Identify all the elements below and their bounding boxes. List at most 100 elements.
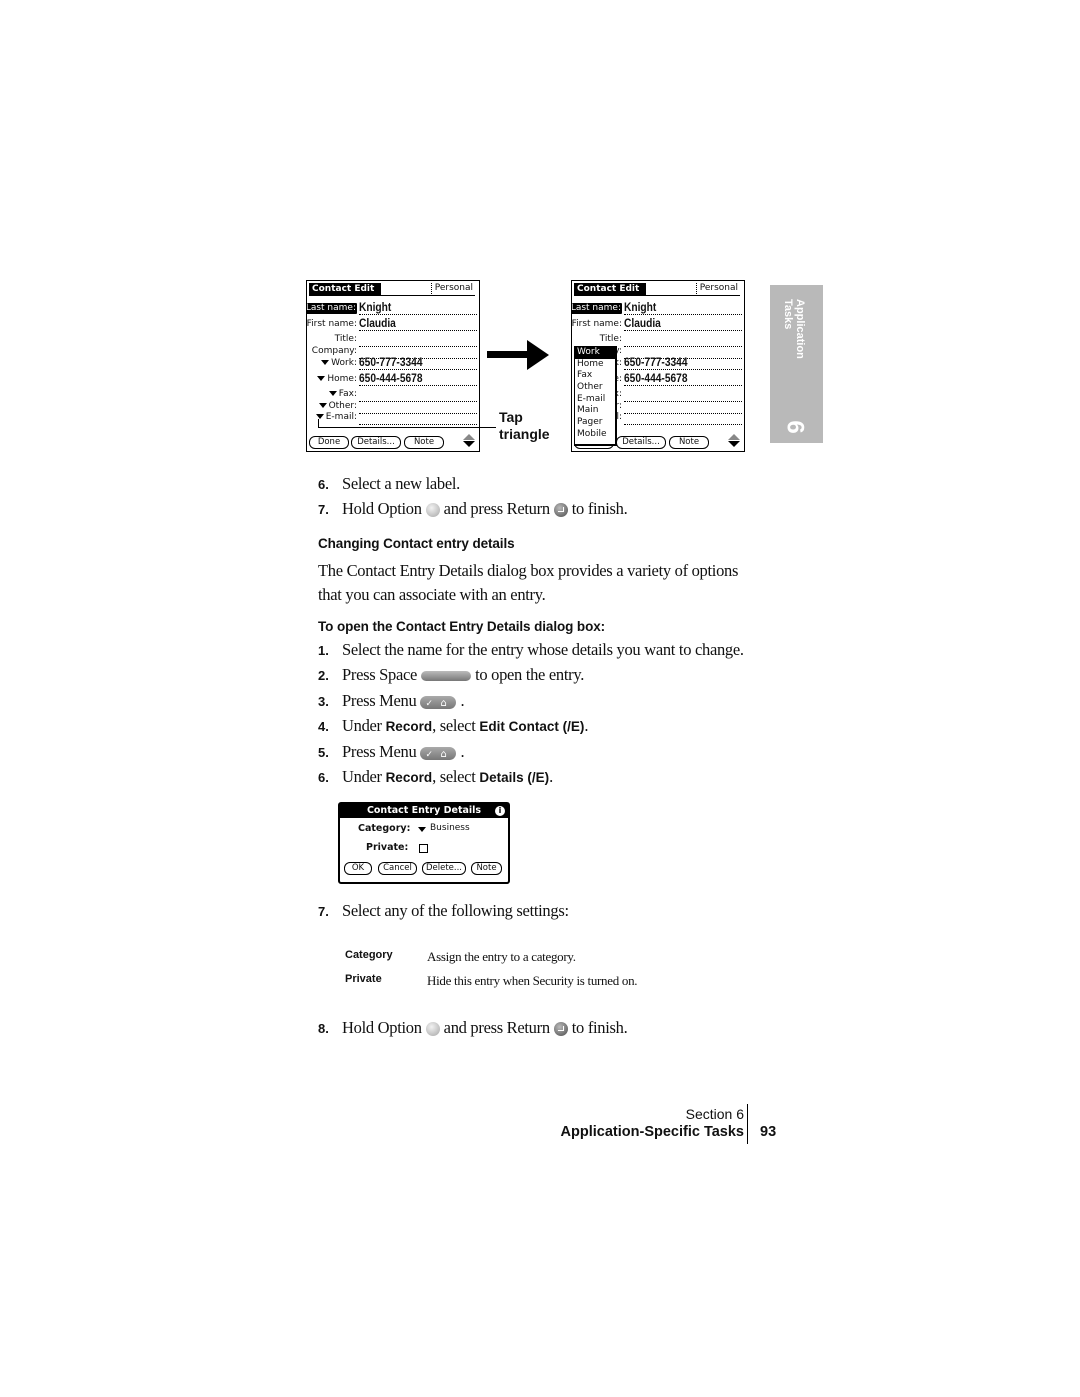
category-selector[interactable]: Personal bbox=[695, 283, 740, 294]
field-label: Last name: bbox=[572, 303, 622, 314]
menu-key-icon bbox=[420, 745, 457, 765]
chevron-down-icon[interactable] bbox=[318, 403, 327, 408]
field-label-text: First name: bbox=[306, 319, 357, 329]
field-value[interactable]: 650-777-3344 bbox=[624, 356, 742, 370]
menu-command: Details (/E) bbox=[479, 770, 550, 785]
field-label[interactable]: E-mail: bbox=[315, 412, 357, 423]
step-text-mid: , select bbox=[432, 767, 480, 786]
scroll-down-icon[interactable] bbox=[463, 441, 475, 447]
details-button[interactable]: Details... bbox=[616, 436, 666, 449]
field-label: First name: bbox=[307, 319, 357, 330]
option-key-icon bbox=[425, 503, 440, 518]
step-number: 3. bbox=[318, 694, 329, 709]
delete-button[interactable]: Delete... bbox=[422, 862, 466, 875]
category-value: Business bbox=[430, 823, 470, 833]
field-row: First name: Claudia bbox=[307, 317, 479, 332]
setting-desc: Hide this entry when Security is turned … bbox=[427, 973, 638, 988]
setting-desc: Assign the entry to a category. bbox=[427, 949, 576, 964]
scroll-arrows[interactable] bbox=[728, 434, 740, 448]
field-value[interactable] bbox=[624, 411, 742, 425]
field-value[interactable]: 650-444-5678 bbox=[624, 372, 742, 386]
note-button[interactable]: Note bbox=[471, 862, 502, 875]
note-button[interactable]: Note bbox=[404, 436, 444, 449]
chevron-down-icon[interactable] bbox=[328, 391, 337, 396]
field-row: Last name: Knight bbox=[572, 301, 744, 316]
field-label-text: First name: bbox=[571, 319, 622, 329]
popup-item-home[interactable]: Home bbox=[575, 359, 615, 371]
scroll-arrows[interactable] bbox=[463, 434, 475, 448]
callout-line-2: triangle bbox=[499, 426, 550, 442]
scroll-up-icon[interactable] bbox=[728, 434, 740, 440]
note-button[interactable]: Note bbox=[669, 436, 709, 449]
step-number: 5. bbox=[318, 745, 329, 760]
step-text-pre: Under bbox=[342, 716, 386, 735]
screen-title: Contact Edit bbox=[574, 283, 646, 295]
side-tab-number: 6 bbox=[781, 420, 809, 434]
chapter-side-tab: Application Tasks 6 bbox=[770, 285, 823, 443]
field-label[interactable]: Fax: bbox=[328, 389, 357, 400]
step-text: Select any of the following settings: bbox=[342, 901, 569, 920]
label-popup-list[interactable]: Work Home Fax Other E-mail Main Pager Mobile bbox=[574, 346, 617, 446]
scroll-down-icon[interactable] bbox=[728, 441, 740, 447]
chevron-down-icon bbox=[418, 827, 426, 832]
category-dropdown[interactable]: Business bbox=[418, 823, 470, 833]
field-row: Home:650-444-5678 bbox=[307, 372, 479, 387]
screen-title-bar: Contact Edit Personal bbox=[309, 283, 475, 296]
popup-item-main[interactable]: Main bbox=[575, 405, 615, 417]
step-number: 4. bbox=[318, 719, 329, 734]
field-value-text: 650-444-5678 bbox=[359, 371, 423, 385]
step-text-pre: Hold Option bbox=[342, 499, 422, 518]
step-7a: 7. Hold Option and press Return to finish. bbox=[318, 499, 628, 520]
chevron-down-icon[interactable] bbox=[315, 414, 324, 419]
callout-line-1: Tap bbox=[499, 409, 523, 425]
field-label[interactable]: Home: bbox=[317, 374, 357, 385]
intro-paragraph: The Contact Entry Details dialog box pro… bbox=[318, 561, 739, 604]
info-icon[interactable]: i bbox=[495, 806, 505, 816]
side-tab-label: Application Tasks bbox=[782, 299, 806, 359]
field-value[interactable]: Claudia bbox=[359, 317, 477, 331]
step-text: Select the name for the entry whose deta… bbox=[342, 640, 744, 659]
step-6a: 6. Select a new label. bbox=[318, 474, 460, 495]
popup-item-other[interactable]: Other bbox=[575, 382, 615, 394]
popup-item-e-mail[interactable]: E-mail bbox=[575, 394, 615, 406]
chevron-down-icon[interactable] bbox=[317, 376, 326, 381]
field-value[interactable]: 650-777-3344 bbox=[359, 356, 477, 370]
step-number: 8. bbox=[318, 1021, 329, 1036]
chevron-down-icon[interactable] bbox=[321, 360, 330, 365]
field-value[interactable]: 650-444-5678 bbox=[359, 372, 477, 386]
step-text-pre: Press Space bbox=[342, 665, 418, 684]
space-key-icon bbox=[421, 671, 472, 682]
step-number: 7. bbox=[318, 904, 329, 919]
screen-title-bar: Contact Edit Personal bbox=[574, 283, 740, 296]
field-label-text: Other: bbox=[328, 401, 357, 411]
field-value[interactable]: Claudia bbox=[624, 317, 742, 331]
popup-item-work[interactable]: Work bbox=[575, 347, 615, 359]
screen-title: Contact Edit bbox=[309, 283, 381, 295]
private-checkbox[interactable] bbox=[419, 844, 428, 853]
details-button[interactable]: Details... bbox=[351, 436, 401, 449]
step-text-post: to open the entry. bbox=[475, 665, 585, 684]
done-button[interactable]: Done bbox=[309, 436, 349, 449]
procedure-heading: To open the Contact Entry Details dialog… bbox=[318, 619, 606, 634]
step-number: 6. bbox=[318, 770, 329, 785]
category-selector[interactable]: Personal bbox=[430, 283, 475, 294]
popup-item-mobile[interactable]: Mobile bbox=[575, 429, 615, 441]
cancel-button[interactable]: Cancel bbox=[378, 862, 417, 875]
field-value[interactable]: Knight bbox=[359, 301, 477, 315]
scroll-up-icon[interactable] bbox=[463, 434, 475, 440]
field-label-text: Work: bbox=[331, 358, 357, 368]
field-value-text: 650-777-3344 bbox=[359, 355, 423, 369]
popup-item-pager[interactable]: Pager bbox=[575, 417, 615, 429]
field-value-text: Claudia bbox=[359, 316, 396, 330]
field-value[interactable]: Knight bbox=[624, 301, 742, 315]
popup-item-fax[interactable]: Fax bbox=[575, 370, 615, 382]
ok-button[interactable]: OK bbox=[344, 862, 372, 875]
callout-leader-vertical bbox=[318, 419, 319, 427]
field-row: E-mail: bbox=[307, 411, 479, 426]
step-number: 6. bbox=[318, 477, 329, 492]
field-value[interactable] bbox=[359, 411, 477, 425]
field-row: First name: Claudia bbox=[572, 317, 744, 332]
field-label[interactable]: Work: bbox=[321, 358, 357, 369]
setting-key: Private bbox=[345, 973, 382, 985]
footer-chapter: Application-Specific Tasks bbox=[560, 1124, 744, 1140]
